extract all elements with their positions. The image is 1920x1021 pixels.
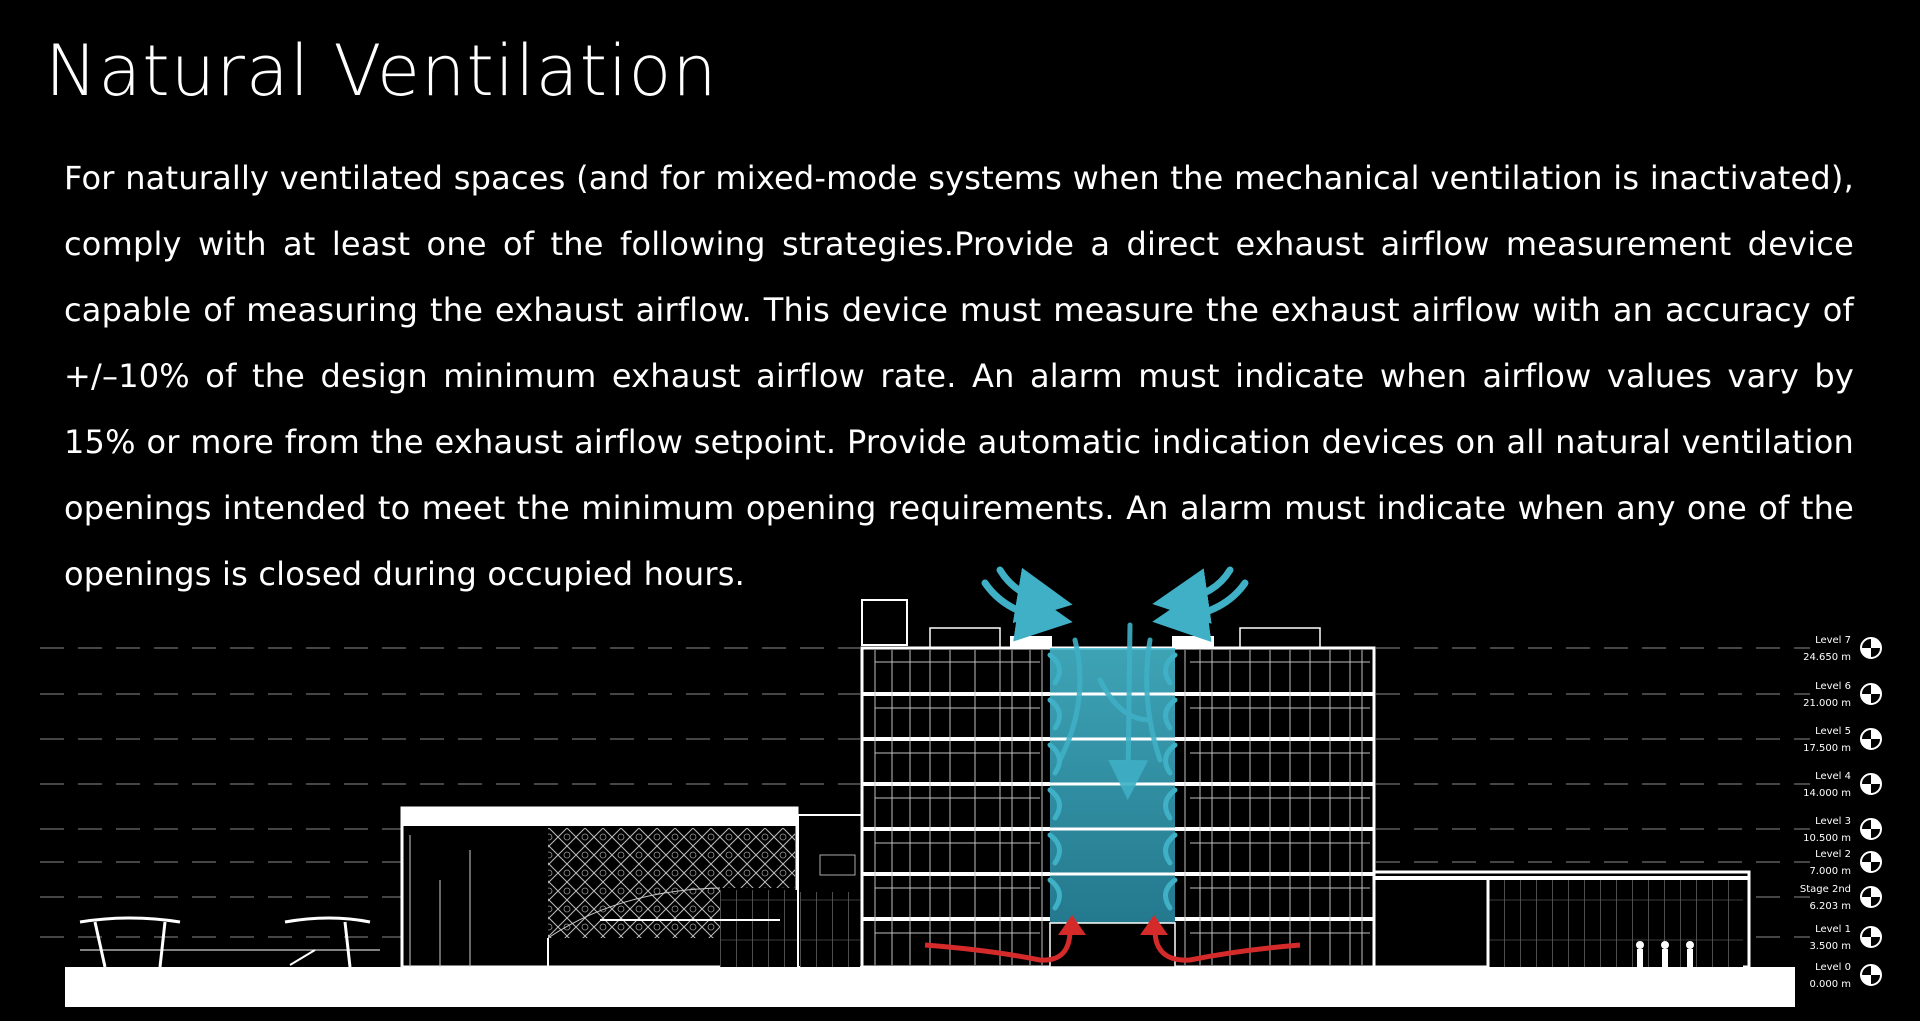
level-marker-icon [1860,851,1882,873]
level-marker-icon [1860,964,1882,986]
level-elevation: 24.650 m [1803,652,1851,663]
cool-air-arrow-icon [981,566,1249,643]
level-marker: Level 4 14.000 m [1803,771,1882,799]
level-name: Level 1 [1815,924,1851,935]
level-marker-icon [1860,637,1882,659]
left-canopies [79,916,380,968]
level-name: Level 6 [1815,681,1851,692]
level-elevation: 21.000 m [1803,698,1851,709]
level-name: Level 4 [1815,771,1851,782]
level-name: Stage 2nd [1800,884,1851,895]
level-marker-icon [1860,818,1882,840]
level-name: Level 7 [1815,635,1851,646]
level-name: Level 5 [1815,726,1851,737]
level-elevation: 14.000 m [1803,788,1851,799]
level-name: Level 0 [1815,962,1851,973]
podium-building [400,806,864,969]
ventilation-description: For naturally ventilated spaces (and for… [64,159,1854,593]
level-elevation: 7.000 m [1809,866,1851,877]
building-section-diagram: Level 7 24.650 m Level 6 21.000 m Level 5 17.… [40,566,1882,1007]
level-marker: Level 5 17.500 m [1803,726,1882,754]
level-elevation: 0.000 m [1809,979,1851,990]
ground-slab [65,967,1795,1007]
level-name: Level 2 [1815,849,1851,860]
level-elevation: 17.500 m [1803,743,1851,754]
right-pavilion [1372,870,1751,969]
page-title: Natural Ventilation [45,30,718,112]
level-marker: Level 2 7.000 m [1809,849,1882,877]
level-marker: Level 1 3.500 m [1809,924,1882,952]
level-elevation: 6.203 m [1809,901,1851,912]
level-marker-icon [1860,728,1882,750]
level-elevation: 10.500 m [1803,833,1851,844]
level-marker: Stage 2nd 6.203 m [1800,884,1882,912]
level-marker-icon [1860,773,1882,795]
level-marker: Level 0 0.000 m [1809,962,1882,990]
level-marker-icon [1860,683,1882,705]
level-elevation: 3.500 m [1809,941,1851,952]
level-marker-icon [1860,886,1882,908]
level-name: Level 3 [1815,816,1851,827]
level-markers: Level 7 24.650 m Level 6 21.000 m Level 5 17.… [1800,635,1882,990]
level-marker-icon [1860,926,1882,948]
level-marker: Level 7 24.650 m [1803,635,1882,663]
level-marker: Level 6 21.000 m [1803,681,1882,709]
level-marker: Level 3 10.500 m [1803,816,1882,844]
